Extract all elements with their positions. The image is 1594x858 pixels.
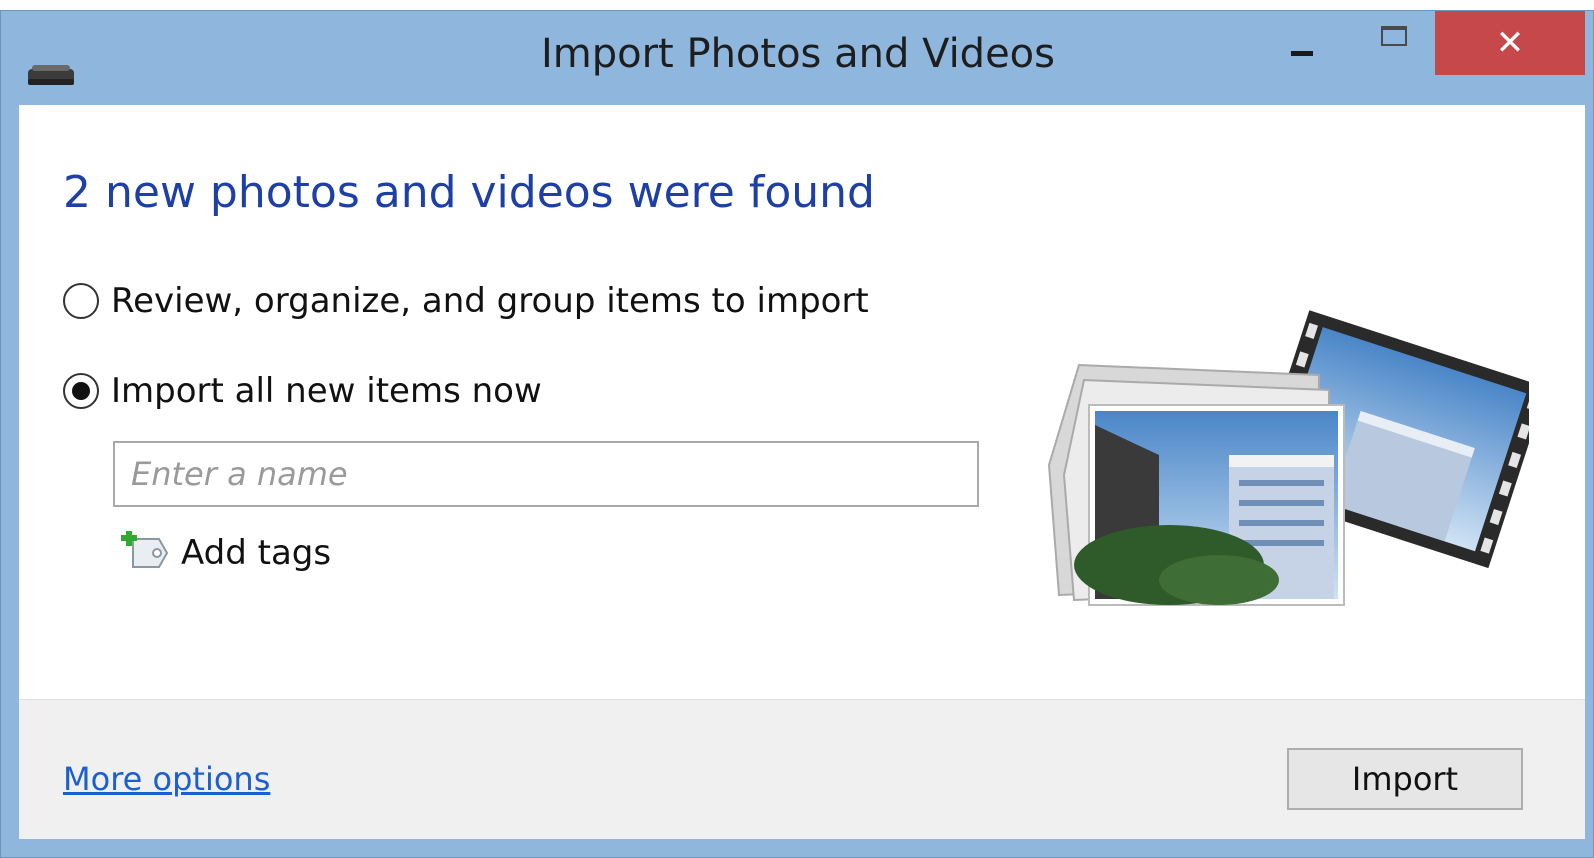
photos-and-film-illustration	[1047, 310, 1529, 606]
option-import-all[interactable]: Import all new items now	[63, 371, 542, 411]
minimize-button[interactable]	[1271, 11, 1333, 75]
headline: 2 new photos and videos were found	[63, 167, 875, 218]
radio-review[interactable]	[63, 283, 99, 319]
option-import-all-label: Import all new items now	[111, 371, 542, 411]
dialog-content: 2 new photos and videos were found Revie…	[19, 105, 1585, 699]
import-button[interactable]: Import	[1287, 748, 1523, 810]
close-icon: ✕	[1495, 23, 1525, 63]
add-tags-link[interactable]: Add tags	[119, 531, 331, 575]
radio-selected-dot	[72, 382, 90, 400]
name-input[interactable]	[113, 441, 979, 507]
window-title: Import Photos and Videos	[540, 31, 1055, 77]
option-review-label: Review, organize, and group items to imp…	[111, 281, 869, 321]
close-button[interactable]: ✕	[1435, 11, 1585, 75]
option-review[interactable]: Review, organize, and group items to imp…	[63, 281, 869, 321]
radio-import-all[interactable]	[63, 373, 99, 409]
minimize-icon	[1291, 50, 1313, 56]
import-dialog-window: Import Photos and Videos ✕ 2 new photos …	[0, 10, 1594, 858]
tag-add-icon	[121, 531, 169, 568]
maximize-icon	[1381, 26, 1407, 46]
title-bar[interactable]: Import Photos and Videos ✕	[1, 11, 1593, 106]
more-options-link[interactable]: More options	[63, 760, 270, 798]
dialog-footer: More options Import	[19, 699, 1585, 839]
add-tags-label: Add tags	[181, 533, 332, 573]
maximize-button[interactable]	[1361, 11, 1427, 75]
